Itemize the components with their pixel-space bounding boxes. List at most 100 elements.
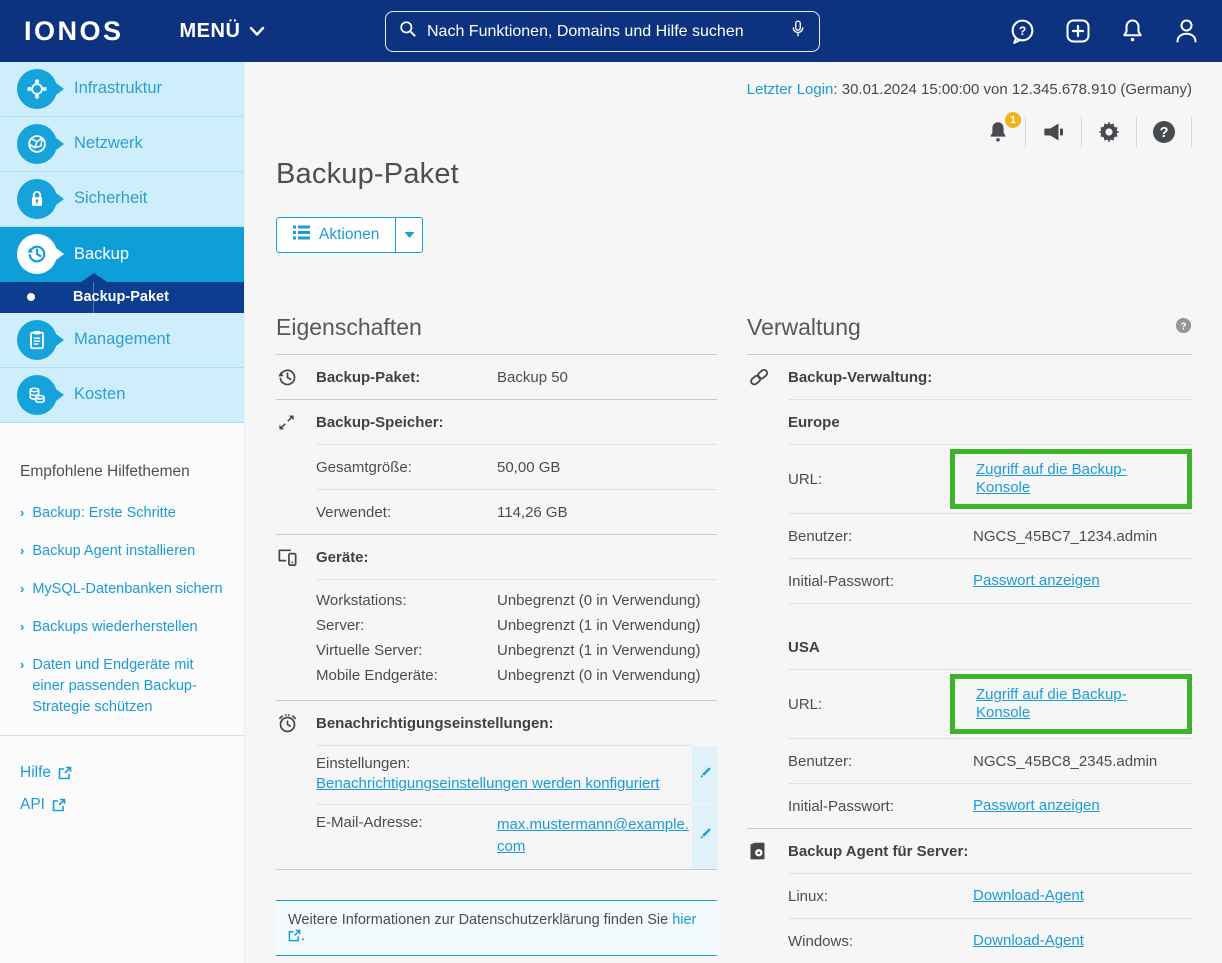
backup-agent-row: Backup Agent für Server: — [747, 829, 1192, 873]
benutzer-row-europe: Benutzer: NGCS_45BC7_1234.admin — [788, 527, 1158, 545]
help-link-erste-schritte[interactable]: › Backup: Erste Schritte — [20, 503, 224, 524]
help-link-backup-strategie[interactable]: › Daten und Endgeräte mit einer passenden… — [20, 655, 224, 718]
divider — [0, 735, 244, 737]
sidebar-item-netzwerk[interactable]: Netzwerk — [0, 116, 244, 172]
list-icon — [293, 225, 310, 245]
search-icon — [398, 19, 418, 44]
link-chain-icon — [747, 365, 788, 389]
actions-button-label: Aktionen — [319, 226, 380, 243]
download-agent-linux-link[interactable]: Download-Agent — [973, 887, 1084, 904]
notification-badge: 1 — [1005, 111, 1021, 128]
hilfe-link[interactable]: Hilfe — [20, 764, 224, 782]
passwort-anzeigen-link-europe[interactable]: Passwort anzeigen — [973, 572, 1100, 589]
menu-label: MENÜ — [179, 19, 241, 42]
api-link[interactable]: API — [20, 796, 224, 814]
backup-speicher-row: Backup-Speicher: — [276, 400, 717, 444]
actions-dropdown-toggle[interactable] — [395, 218, 422, 252]
backup-history-icon — [276, 366, 316, 389]
chevron-down-icon — [249, 20, 265, 43]
benachrichtigung-row: Benachrichtigungseinstellungen: — [276, 701, 717, 745]
server-row: Server: Unbegrenzt (1 in Verwendung) — [316, 617, 701, 634]
region-row-europe: Europe — [788, 413, 840, 431]
benutzer-row-usa: Benutzer: NGCS_45BC8_2345.admin — [788, 752, 1158, 770]
actions-split-button[interactable]: Aktionen — [276, 217, 424, 253]
network-icon — [17, 123, 64, 164]
verwaltung-title: Verwaltung — [747, 314, 861, 340]
edit-einstellungen-button[interactable] — [692, 746, 717, 804]
sidebar-item-backup[interactable]: Backup — [0, 226, 244, 282]
verwendet-row: Verwendet: 114,26 GB — [316, 503, 568, 521]
datenschutz-infobox: Weitere Informationen zur Datenschutzerk… — [276, 899, 717, 956]
backup-konsole-link-usa[interactable]: Zugriff auf die Backup-Konsole — [976, 686, 1127, 721]
email-row: E-Mail-Adresse: max.mustermann@example.c… — [276, 805, 717, 869]
sidebar-item-label: Management — [74, 330, 171, 349]
last-login-label[interactable]: Letzter Login — [747, 81, 834, 98]
passwort-anzeigen-link-usa[interactable]: Passwort anzeigen — [973, 797, 1100, 814]
expand-arrows-icon — [276, 412, 316, 433]
divider — [276, 868, 717, 870]
help-chat-icon[interactable]: ? — [1008, 17, 1037, 46]
help-section-title: Empfohlene Hilfethemen — [20, 462, 190, 480]
top-navbar: IONOS MENÜ ? — [0, 0, 1222, 62]
backup-konsole-link-europe[interactable]: Zugriff auf die Backup-Konsole — [976, 461, 1127, 496]
help-link-mysql-sichern[interactable]: › MySQL-Datenbanken sichern — [20, 579, 224, 600]
sidebar-footer: Hilfe API — [0, 735, 244, 963]
highlight-box: Zugriff auf die Backup-Konsole — [950, 674, 1192, 734]
chevron-right-icon: › — [20, 656, 25, 672]
add-product-icon[interactable] — [1064, 17, 1092, 45]
pencil-icon — [697, 765, 713, 786]
sidebar-item-label: Kosten — [74, 385, 126, 404]
global-search — [385, 11, 820, 52]
chevron-right-icon: › — [20, 542, 25, 558]
linux-row: Linux: Download-Agent — [788, 887, 1084, 905]
notifications-bell-icon[interactable]: 1 — [971, 111, 1025, 146]
microphone-icon[interactable] — [789, 18, 807, 45]
hier-link[interactable]: hier — [672, 912, 696, 928]
edit-email-button[interactable] — [692, 805, 717, 869]
workstations-row: Workstations: Unbegrenzt (0 in Verwendung… — [316, 592, 701, 609]
sidebar-item-sicherheit[interactable]: Sicherheit — [0, 171, 244, 227]
sidebar-item-label: Infrastruktur — [74, 79, 163, 98]
last-login-value: : 30.01.2024 15:00:00 von 12.345.678.910… — [833, 81, 1192, 98]
divider — [1191, 117, 1192, 147]
account-icon[interactable] — [1173, 17, 1200, 45]
menu-button[interactable]: MENÜ — [180, 20, 266, 43]
sidebar-item-management[interactable]: Management — [0, 313, 244, 368]
gesamtgroesse-row: Gesamtgröße: 50,00 GB — [316, 458, 561, 476]
mobile-endgeraete-row: Mobile Endgeräte: Unbegrenzt (0 in Verwen… — [316, 667, 701, 684]
download-agent-windows-link[interactable]: Download-Agent — [973, 932, 1084, 949]
help-link-agent-installieren[interactable]: › Backup Agent installieren — [20, 541, 224, 562]
help-circle-icon[interactable]: ? — [1137, 119, 1191, 145]
passwort-row-usa: Initial-Passwort: Passwort anzeigen — [788, 797, 1100, 815]
ionos-logo[interactable]: IONOS — [24, 16, 124, 47]
eigenschaften-section: Eigenschaften Backup-Paket: Backup 50 Ba… — [276, 314, 717, 963]
main-content: Letzter Login: 30.01.2024 15:00:00 von 1… — [245, 62, 1222, 963]
sidebar-subitem-backup-paket[interactable]: Backup-Paket — [0, 272, 244, 313]
external-link-icon — [58, 766, 72, 780]
ionos-control-panel: IONOS MENÜ ? Infrastruktur Netzwerk — [0, 0, 1222, 963]
sidebar-item-infrastruktur[interactable]: Infrastruktur — [0, 62, 244, 117]
sidebar-item-label: Sicherheit — [74, 189, 148, 208]
clipboard-icon — [17, 319, 64, 360]
passwort-row-europe: Initial-Passwort: Passwort anzeigen — [788, 572, 1100, 590]
notifications-icon[interactable] — [1119, 17, 1146, 45]
einstellungen-link[interactable]: Benachrichtigungseinstellungen werden ko… — [316, 775, 660, 792]
svg-text:?: ? — [1180, 321, 1186, 332]
url-row-usa: URL: Zugriff auf die Backup-Konsole — [747, 670, 1192, 738]
devices-icon — [276, 546, 316, 569]
search-input[interactable] — [427, 22, 789, 41]
sidebar-item-kosten[interactable]: Kosten — [0, 367, 244, 423]
pencil-icon — [697, 826, 713, 847]
external-link-icon — [52, 798, 66, 812]
section-help-icon[interactable]: ? — [1175, 317, 1192, 339]
settings-gear-icon[interactable] — [1082, 119, 1136, 145]
svg-text:?: ? — [1160, 125, 1169, 141]
alarm-clock-icon — [276, 712, 316, 735]
highlight-box: Zugriff auf die Backup-Konsole — [950, 449, 1192, 509]
help-link-wiederherstellen[interactable]: › Backups wiederherstellen — [20, 617, 224, 638]
email-link[interactable]: max.mustermann@example.com — [497, 814, 692, 858]
chevron-right-icon: › — [20, 580, 25, 596]
actions-button[interactable]: Aktionen — [277, 218, 395, 252]
announcements-megaphone-icon[interactable] — [1026, 120, 1081, 145]
geraete-row: Geräte: — [276, 535, 717, 579]
